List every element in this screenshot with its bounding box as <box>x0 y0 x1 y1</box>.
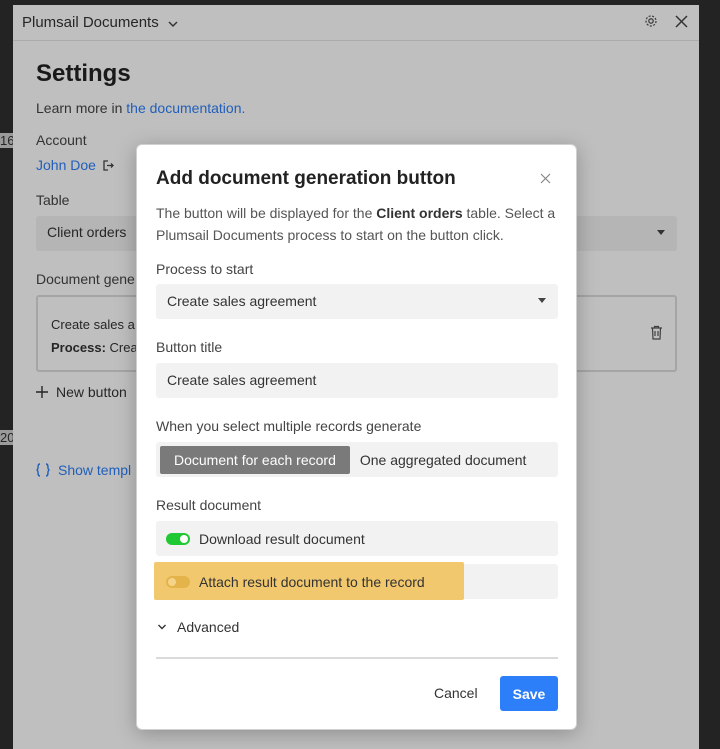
desc-table-name: Client orders <box>376 205 463 221</box>
option-one-aggregated[interactable]: One aggregated document <box>350 446 537 474</box>
button-title-input[interactable]: Create sales agreement <box>156 363 558 398</box>
process-select-value: Create sales agreement <box>167 293 317 309</box>
chevron-down-icon <box>158 624 166 630</box>
attach-toggle[interactable] <box>166 575 190 588</box>
attach-result-content[interactable]: Attach result document to the record <box>156 564 466 599</box>
save-button[interactable]: Save <box>500 676 558 711</box>
dialog-title: Add document generation button <box>156 168 456 189</box>
attach-toggle-label: Attach result document to the record <box>199 573 425 590</box>
button-title-label: Button title <box>156 339 223 355</box>
caret-down-icon <box>538 298 546 303</box>
result-document-label: Result document <box>156 497 262 513</box>
dialog-description: The button will be displayed for the Cli… <box>156 202 566 246</box>
advanced-label: Advanced <box>177 619 240 635</box>
multiple-records-label: When you select multiple records generat… <box>156 418 422 434</box>
process-select[interactable]: Create sales agreement <box>156 284 558 319</box>
close-icon[interactable] <box>540 171 554 185</box>
cancel-button[interactable]: Cancel <box>434 685 478 701</box>
divider <box>156 657 558 659</box>
process-label: Process to start <box>156 261 254 277</box>
button-title-value: Create sales agreement <box>167 372 317 388</box>
download-toggle[interactable] <box>166 532 190 545</box>
desc-prefix: The button will be displayed for the <box>156 205 377 221</box>
advanced-toggle[interactable]: Advanced <box>157 619 239 635</box>
multiple-records-switch: Document for each record One aggregated … <box>156 442 558 477</box>
add-button-dialog: Add document generation button The butto… <box>136 144 577 730</box>
download-toggle-label: Download result document <box>199 530 365 547</box>
download-result-row[interactable]: Download result document <box>156 521 558 556</box>
option-document-each-record[interactable]: Document for each record <box>160 445 350 474</box>
